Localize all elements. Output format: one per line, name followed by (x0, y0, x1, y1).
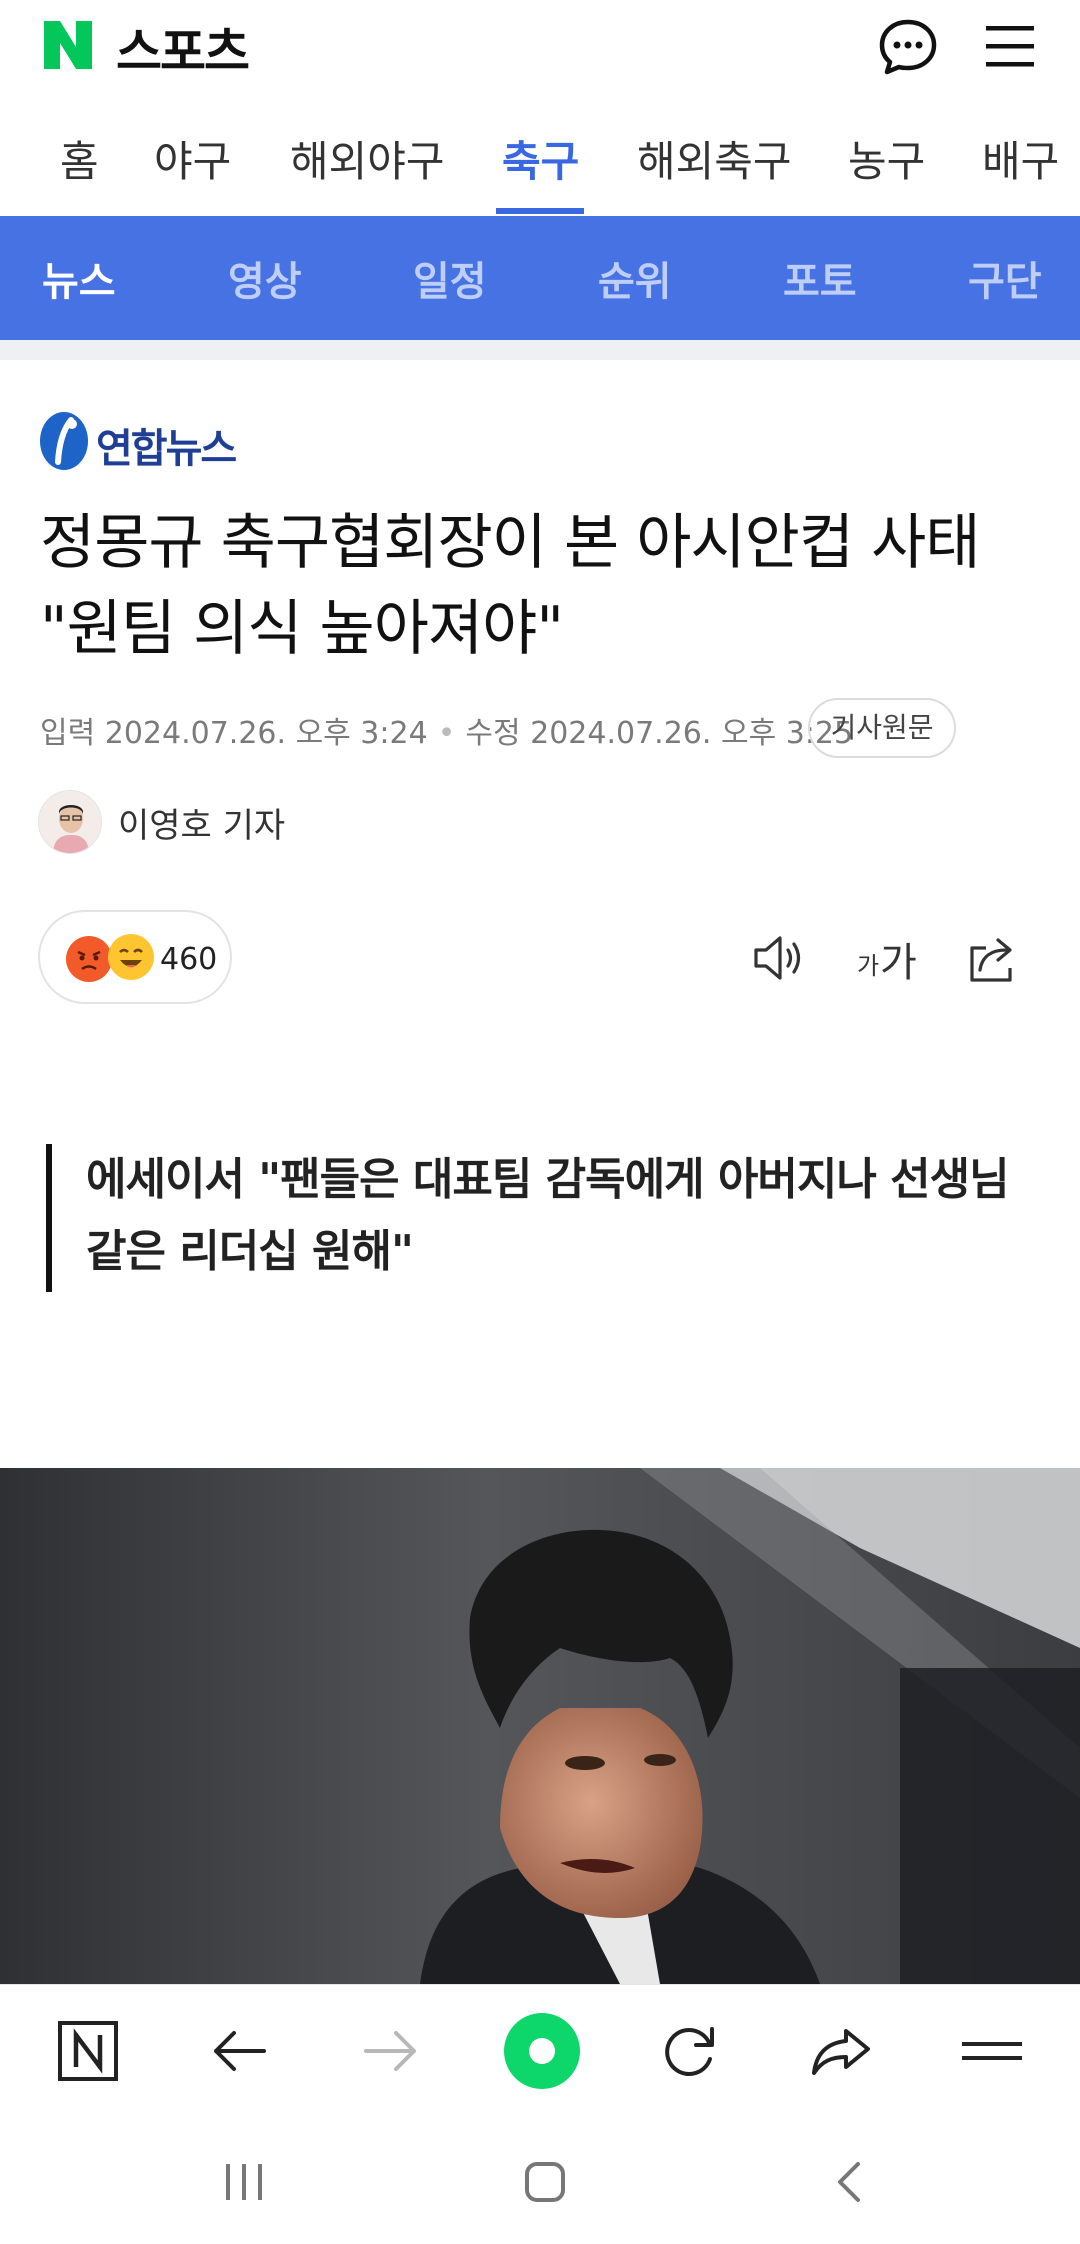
tab-overseas-baseball[interactable]: 해외야구 (290, 128, 445, 189)
tab-home[interactable]: 홈 (60, 128, 99, 189)
font-size-large-label[interactable]: 가 (880, 930, 917, 988)
angry-emoji-icon (66, 936, 112, 982)
hamburger-menu-icon[interactable] (980, 18, 1040, 74)
back-icon[interactable] (820, 2152, 880, 2212)
category-tabs: 홈 야구 해외야구 축구 해외축구 농구 배구 (0, 100, 1080, 216)
recent-apps-icon[interactable] (214, 2152, 274, 2212)
subtab-news[interactable]: 뉴스 (42, 249, 116, 307)
press-name: 연합뉴스 (96, 426, 237, 472)
brand-title[interactable]: 스포츠 (116, 12, 250, 84)
section-divider (0, 340, 1080, 360)
font-size-small-label[interactable]: 가 (857, 946, 879, 981)
share-arrow-icon[interactable] (806, 2015, 878, 2087)
forward-arrow-icon[interactable] (354, 2015, 426, 2087)
article-headline: 정몽규 축구협회장이 본 아시안컵 사태 "원팀 의식 높아져야" (40, 508, 981, 664)
tab-baseball[interactable]: 야구 (154, 128, 231, 189)
subtab-teams[interactable]: 구단 (968, 249, 1042, 307)
subtab-ranking[interactable]: 순위 (598, 249, 672, 307)
subtab-schedule[interactable]: 일정 (413, 249, 487, 307)
original-article-button[interactable]: 기사원문 (808, 698, 956, 758)
app-header: 스포츠 (0, 0, 1080, 100)
tab-overseas-football[interactable]: 해외축구 (637, 128, 792, 189)
chat-bubble-icon[interactable] (876, 14, 940, 78)
refresh-icon[interactable] (654, 2015, 726, 2087)
article-dates: 입력 2024.07.26. 오후 3:24 • 수정 2024.07.26. 오후… (40, 708, 853, 752)
reaction-button[interactable]: 460 (38, 910, 232, 1004)
yonhap-logo-icon (40, 412, 88, 470)
tab-volleyball[interactable]: 배구 (982, 128, 1059, 189)
reporter-avatar[interactable] (38, 790, 102, 854)
home-icon[interactable] (515, 2152, 575, 2212)
subtab-photo[interactable]: 포토 (783, 249, 857, 307)
subtitle-text: 에세이서 "팬들은 대표팀 감독에게 아버지나 선생님 같은 리더십 원해" (86, 1154, 1010, 1277)
article-subtitle: 에세이서 "팬들은 대표팀 감독에게 아버지나 선생님 같은 리더십 원해" (46, 1144, 1026, 1292)
tab-football[interactable]: 축구 (502, 128, 579, 189)
menu-icon[interactable] (956, 2015, 1028, 2087)
reaction-count: 460 (160, 942, 218, 977)
system-navigation-bar (0, 2116, 1080, 2244)
modified-date: 수정 2024.07.26. 오후 3:25 (465, 716, 854, 751)
reporter-photo-icon (39, 791, 101, 853)
tab-basketball[interactable]: 농구 (848, 128, 925, 189)
reporter-name[interactable]: 이영호 기자 (118, 798, 285, 847)
separator-dot: • (437, 716, 456, 751)
share-icon[interactable] (964, 930, 1024, 986)
active-tab-indicator (496, 208, 584, 214)
subtab-video[interactable]: 영상 (228, 249, 302, 307)
sub-nav: 뉴스 영상 일정 순위 포토 구단 (0, 216, 1080, 340)
article-photo[interactable] (0, 1468, 1080, 1984)
naver-n-logo-icon[interactable] (40, 17, 96, 73)
back-arrow-icon[interactable] (204, 2015, 276, 2087)
browser-toolbar (0, 1984, 1080, 2116)
green-dot-icon[interactable] (500, 2009, 584, 2093)
article-photo-image (0, 1468, 1080, 1984)
published-date: 입력 2024.07.26. 오후 3:24 (40, 716, 428, 751)
press-logo[interactable]: 연합뉴스 (38, 410, 258, 472)
laughing-emoji-icon (108, 934, 154, 980)
naver-home-icon[interactable] (52, 2015, 124, 2087)
speaker-icon[interactable] (750, 930, 810, 986)
